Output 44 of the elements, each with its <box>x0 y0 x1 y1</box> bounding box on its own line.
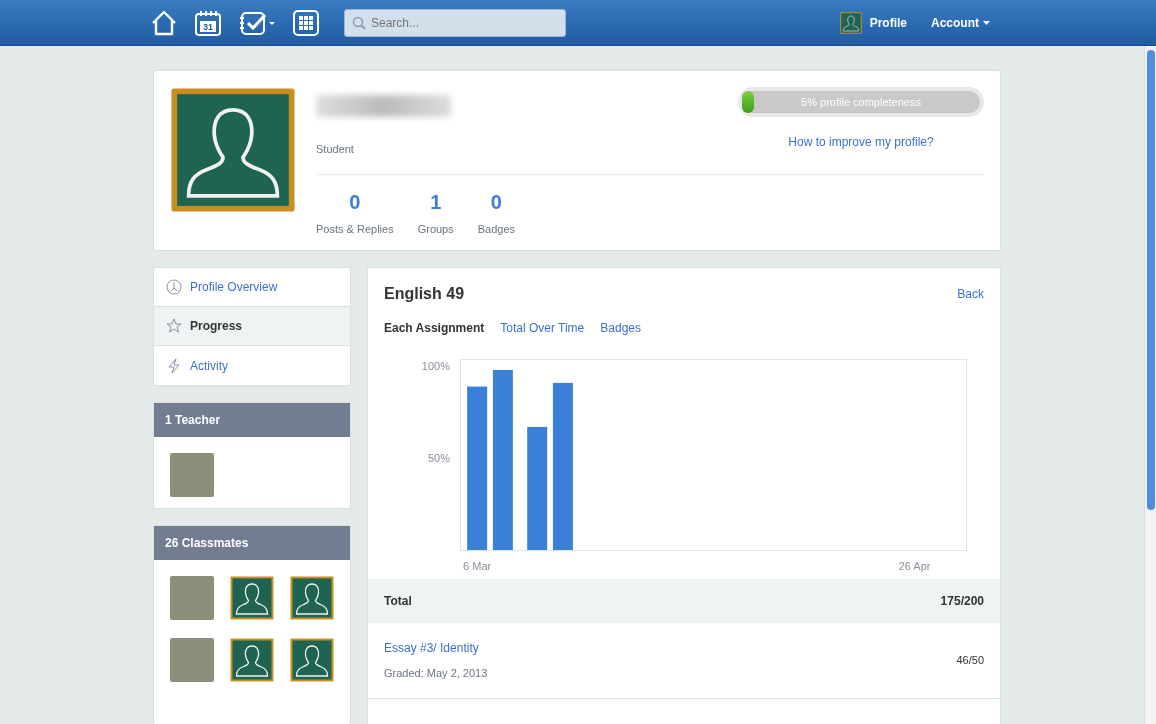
stat-label: Groups <box>417 221 454 237</box>
group-title: 26 Classmates <box>154 526 350 560</box>
improve-profile-link[interactable]: How to improve my profile? <box>788 133 934 151</box>
group-title: 1 Teacher <box>154 403 350 437</box>
grid-icon[interactable] <box>292 9 320 37</box>
stat-label: Posts & Replies <box>316 221 394 237</box>
tab[interactable]: Each Assignment <box>384 319 485 338</box>
star-icon <box>166 318 182 334</box>
stat-label: Badges <box>477 221 516 237</box>
tab[interactable]: Badges <box>600 319 641 338</box>
avatar-icon[interactable] <box>230 638 274 682</box>
profile-link[interactable]: Profile <box>869 14 907 32</box>
caret-icon <box>983 21 990 25</box>
account-menu[interactable]: Account <box>931 14 990 32</box>
back-link[interactable]: Back <box>957 284 984 303</box>
assignment-link[interactable]: Essay #3/ Identity <box>384 639 488 658</box>
sidebar-item[interactable]: Profile Overview <box>154 268 350 307</box>
total-label: Total <box>384 593 412 611</box>
total-score: 175/200 <box>940 593 984 611</box>
axis-label: 100% <box>421 360 450 373</box>
graded-date: Graded: May 2, 2013 <box>384 666 488 682</box>
course-title: English 49 <box>384 284 465 304</box>
axis-label: 26 Apr <box>898 560 931 573</box>
scrollbar[interactable] <box>1144 46 1156 724</box>
role-text: Student <box>316 142 355 157</box>
home-icon[interactable] <box>150 9 178 37</box>
avatar-icon <box>839 12 862 34</box>
axis-label: 6 Mar <box>463 560 492 573</box>
axis-label: 50% <box>427 452 450 465</box>
lightning-icon <box>166 357 182 374</box>
clock-icon <box>166 279 182 295</box>
sidebar-item[interactable]: Progress <box>154 307 350 346</box>
avatar-icon[interactable] <box>290 576 334 620</box>
checklist-icon[interactable] <box>238 9 276 37</box>
avatar-icon[interactable] <box>230 576 274 620</box>
stat-value: 1 <box>430 189 442 215</box>
search-field[interactable]: Search... <box>344 9 566 37</box>
avatar-icon[interactable] <box>290 638 334 682</box>
stat-value: 0 <box>490 189 502 215</box>
assignment-score: 46/50 <box>956 653 984 669</box>
tab[interactable]: Total Over Time <box>500 319 585 338</box>
search-icon <box>352 16 366 30</box>
stat-value: 0 <box>349 189 361 215</box>
avatar-icon <box>170 87 296 213</box>
